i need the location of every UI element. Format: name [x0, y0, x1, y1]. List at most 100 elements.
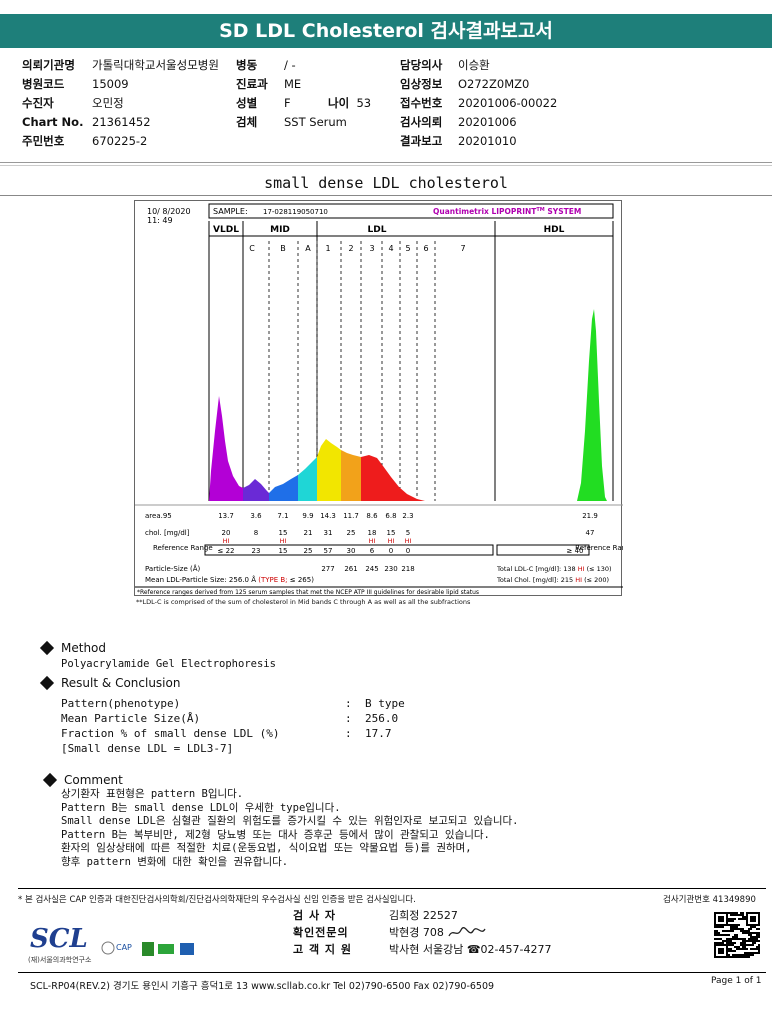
divider [18, 888, 766, 889]
result-table: Pattern(phenotype): B type Mean Particle … [61, 697, 405, 755]
band-label: 1 [325, 244, 330, 253]
area-value: 8.6 [366, 512, 378, 520]
staff-name: 박사현 서울강남 ☎02-457-4277 [389, 943, 552, 956]
group-label: VLDL [213, 225, 239, 235]
scl-logo: SCL [30, 924, 88, 954]
section-title: small dense LDL cholesterol [264, 174, 508, 192]
divider [0, 162, 772, 163]
chol-value: 47 [586, 529, 595, 537]
chart-note: *Reference ranges derived from 125 serum… [137, 589, 479, 596]
qr-code-icon [714, 912, 760, 958]
area-value: 7.1 [277, 512, 288, 520]
comment-line: 상기환자 표현형은 pattern B입니다. [61, 788, 244, 800]
ref-value: 15 [279, 547, 288, 555]
hi-flag: HI [388, 537, 395, 545]
mean-size: Mean LDL-Particle Size: 256.0 Å (TYPE B;… [145, 575, 314, 584]
particle-size: 230 [384, 565, 397, 573]
particle-size: 245 [365, 565, 378, 573]
band-label: 4 [388, 244, 393, 253]
diamond-bullet-icon [39, 675, 55, 691]
chart-time: 11: 49 [147, 216, 173, 225]
ref-value: 30 [347, 547, 356, 555]
comment-heading-text: Comment [64, 773, 123, 787]
staff-block: 검 사 자 김희정 22527 확인전문의 박현경 708 고 객 지 원 박사현 서… [293, 907, 551, 958]
chol-value: 8 [254, 529, 258, 537]
age-value: 53 [356, 96, 372, 110]
divider [0, 165, 772, 166]
hi-flag: HI [369, 537, 376, 545]
band-c-peak [243, 479, 269, 501]
area-value: 21.9 [582, 512, 598, 520]
info-right: 담당의사 이승환 임상정보 O272Z0MZ0 접수번호 20201006-00022… [400, 55, 557, 150]
footer-address: SCL-RP04(REV.2) 경기도 용인시 기흥구 흥덕1로 13 www.… [30, 981, 495, 992]
divider [18, 972, 766, 973]
row-label-ref: Reference Range [153, 544, 213, 552]
comment-line: Small dense LDL은 심혈관 질환의 위험도를 증가시킬 수 있는 … [61, 815, 519, 827]
band-label: A [305, 244, 311, 253]
result-label: Mean Particle Size(Å) [61, 712, 201, 725]
lipoprint-svg: 10/ 8/202011: 49 SAMPLE: 17-028119050710 Qu… [135, 203, 635, 596]
method-text: Polyacrylamide Gel Electrophoresis [61, 658, 276, 670]
result-label: Pattern(phenotype) [61, 697, 181, 710]
cap-logo-text: CAP [116, 943, 132, 952]
staff-role: 검 사 자 [293, 909, 337, 922]
info-label: Chart No. [22, 114, 84, 129]
info-value: 이승환 [458, 57, 490, 72]
comment-line: 환자의 임상상태에 따른 적절한 치료(운동요법, 식이요법 또는 약물요법 등… [61, 842, 472, 854]
result-value: 256.0 [365, 712, 399, 725]
chol-value: 15 [279, 529, 288, 537]
info-value: 670225-2 [92, 133, 148, 148]
cert-logos: CAP [100, 938, 210, 960]
info-left: 의뢰기관명 가톨릭대학교서울성모병원 병원코드 15009 수진자 오민정 Chart… [22, 55, 219, 150]
lipoprint-chart: 10/ 8/2020 11: 49 SAMPLE: 17-028119050710 Qu… [134, 200, 635, 596]
chol-value: 15 [387, 529, 396, 537]
comment-body: 상기환자 표현형은 pattern B입니다. Pattern B는 small… [61, 788, 519, 869]
info-label: 접수번호 [400, 95, 443, 110]
particle-size: 277 [321, 565, 334, 573]
result-value: B type [365, 697, 405, 710]
area-value: 13.7 [218, 512, 234, 520]
ref-value: ≤ 22 [218, 547, 235, 555]
info-value: 오민정 [92, 95, 124, 110]
method-heading-text: Method [61, 641, 107, 655]
ldl3-7-peak [361, 455, 425, 501]
info-value: 20201006 [458, 114, 517, 129]
info-label: 검체 [236, 114, 258, 129]
sample-label: SAMPLE: [213, 207, 248, 216]
ref-value: 57 [324, 547, 333, 555]
band-label: 5 [405, 244, 410, 253]
band-label: C [249, 244, 255, 253]
info-value: O272Z0MZ0 [458, 76, 530, 91]
chol-value: 25 [347, 529, 356, 537]
diamond-bullet-icon [42, 772, 58, 788]
chart-note-2: **LDL-C is comprised of the sum of chole… [136, 598, 471, 606]
result-heading: Result & Conclusion [39, 675, 180, 691]
area-value: 6.8 [385, 512, 396, 520]
institution-no: 검사기관번호 41349890 [663, 895, 756, 905]
comment-heading: Comment [42, 772, 123, 788]
comment-line: 향후 pattern 변화에 대한 확인을 권유합니다. [61, 855, 289, 868]
row-label-particle-size: Particle-Size (Å) [145, 564, 201, 573]
comment-line: Pattern B는 small dense LDL이 우세한 type입니다. [61, 801, 341, 814]
info-value: / - [284, 57, 296, 72]
total-ldl: Total LDL-C [mg/dl]: 138 HI (≤ 130) [496, 565, 612, 573]
band-label: 6 [423, 244, 428, 253]
chol-value: 31 [324, 529, 333, 537]
diamond-bullet-icon [39, 640, 55, 656]
hi-flag: HI [280, 537, 287, 545]
cert-logos-icon: CAP [101, 941, 194, 956]
chart-date: 10/ 8/2020 [147, 207, 191, 216]
info-value: 가톨릭대학교서울성모병원 [92, 57, 219, 72]
info-label: 성별 [236, 95, 258, 110]
row-label-chol: chol. [mg/dl] [145, 529, 190, 537]
sample-id: 17-028119050710 [263, 208, 328, 216]
vldl-peak [209, 396, 243, 501]
ldl2-peak [341, 450, 361, 501]
age: 나이 53 [328, 95, 371, 111]
page-number: Page 1 of 1 [711, 976, 762, 986]
result-note: [Small dense LDL = LDL3-7] [61, 742, 234, 755]
system-name: Quantimetrix LIPOPRINTTM SYSTEM [433, 207, 581, 216]
info-label: 검사의뢰 [400, 114, 443, 129]
area-value: 3.6 [250, 512, 262, 520]
qr-code [714, 912, 760, 958]
